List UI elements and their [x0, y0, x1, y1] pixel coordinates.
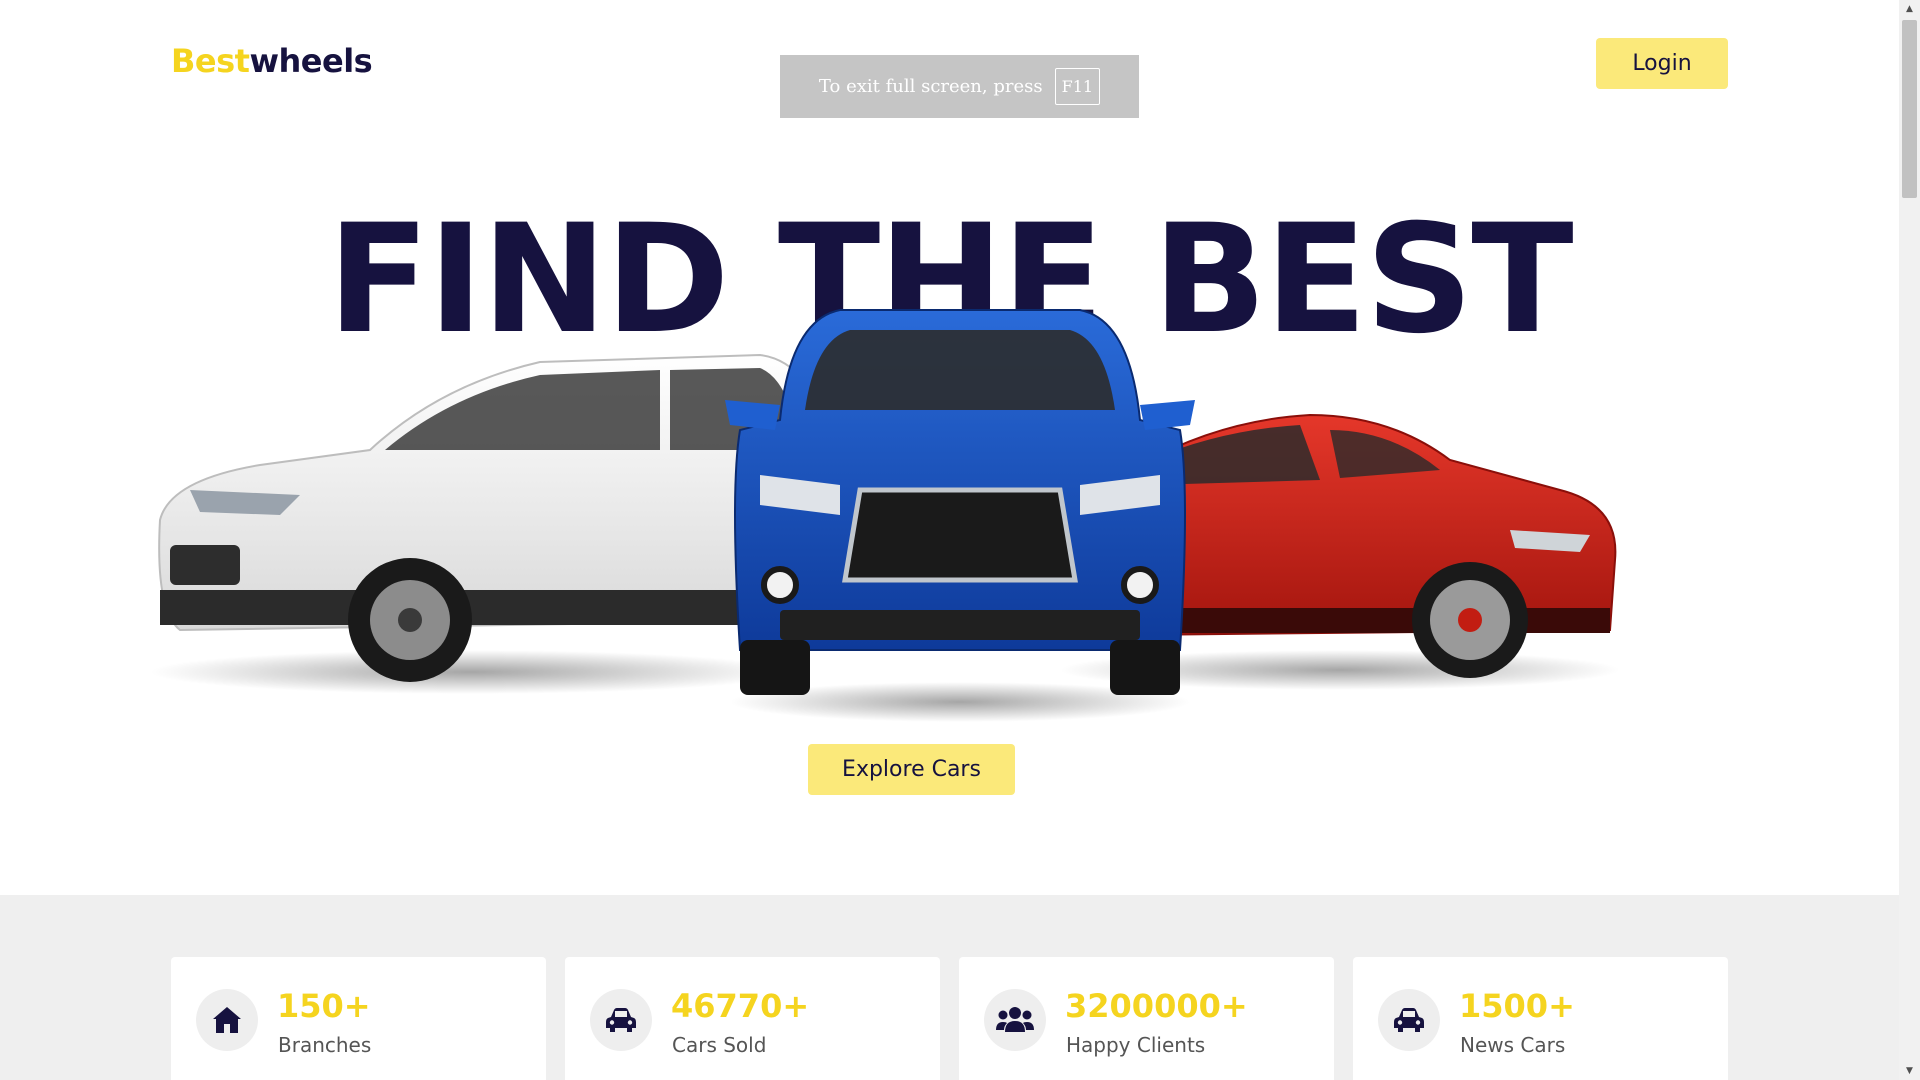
logo-part-wheels: wheels [249, 42, 373, 80]
blue-suv [725, 309, 1195, 695]
stat-value: 3200000+ [1065, 987, 1248, 1025]
hero-cars-image [150, 309, 1620, 722]
stat-value: 1500+ [1459, 987, 1575, 1025]
logo-part-best: Best [171, 42, 250, 80]
stat-label: News Cars [1460, 1033, 1566, 1057]
stat-card-happy-clients: 3200000+ Happy Clients [959, 957, 1334, 1080]
car-icon [590, 989, 652, 1051]
scroll-thumb[interactable] [1902, 20, 1917, 198]
brand-logo[interactable]: Bestwheels [171, 42, 373, 80]
stat-label: Branches [278, 1033, 372, 1057]
fullscreen-toast-message: To exit full screen, press [818, 76, 1043, 97]
stat-value: 150+ [277, 987, 371, 1025]
stat-label: Happy Clients [1066, 1033, 1206, 1057]
scroll-up-arrow-icon[interactable]: ▲ [1899, 0, 1920, 18]
explore-cars-button[interactable]: Explore Cars [808, 744, 1015, 795]
red-sedan [1121, 413, 1617, 678]
car-icon [1378, 989, 1440, 1051]
stat-card-cars-sold: 46770+ Cars Sold [565, 957, 940, 1080]
login-button[interactable]: Login [1596, 38, 1728, 89]
stat-label: Cars Sold [672, 1033, 767, 1057]
stat-card-branches: 150+ Branches [171, 957, 546, 1080]
stat-card-news-cars: 1500+ News Cars [1353, 957, 1728, 1080]
fullscreen-toast-key: F11 [1054, 68, 1101, 105]
home-icon [196, 989, 258, 1051]
users-icon [984, 989, 1046, 1051]
scroll-down-arrow-icon[interactable]: ▼ [1899, 1062, 1920, 1080]
page-scrollbar[interactable]: ▲ ▼ [1899, 0, 1920, 1080]
stat-value: 46770+ [671, 987, 810, 1025]
fullscreen-exit-toast: To exit full screen, press F11 [780, 55, 1139, 118]
